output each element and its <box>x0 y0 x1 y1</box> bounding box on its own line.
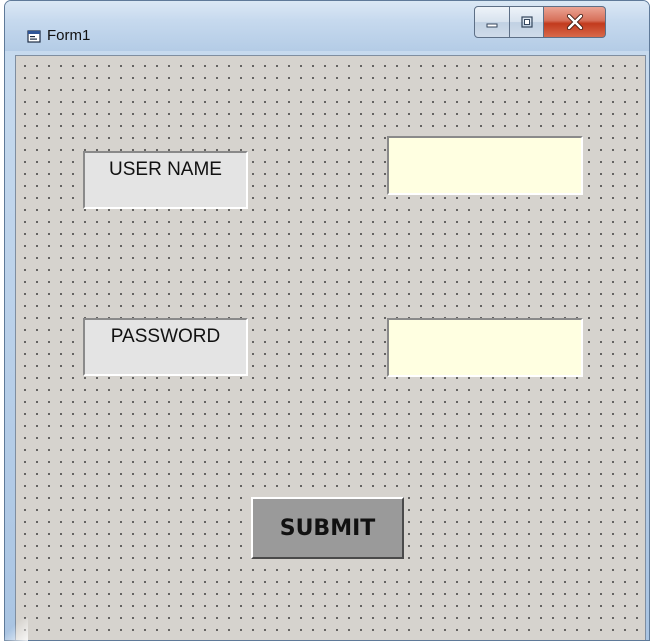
maximize-icon <box>520 16 533 28</box>
minimize-icon <box>486 23 498 28</box>
window-title: Form1 <box>47 27 91 44</box>
username-label-text: USER NAME <box>109 159 222 180</box>
form-icon <box>27 30 41 43</box>
window-controls <box>474 6 606 38</box>
username-input[interactable] <box>387 136 583 195</box>
close-icon <box>566 14 583 30</box>
password-label: PASSWORD <box>83 318 248 376</box>
password-label-text: PASSWORD <box>110 326 221 347</box>
password-input[interactable] <box>387 318 583 377</box>
maximize-button[interactable] <box>510 6 544 38</box>
username-label: USER NAME <box>83 151 248 209</box>
form1-window: Form1 USER NAME PASSWORD SUBMIT <box>4 0 650 641</box>
minimize-button[interactable] <box>474 6 510 38</box>
form-client-area: USER NAME PASSWORD SUBMIT <box>15 55 646 640</box>
close-button[interactable] <box>544 6 606 38</box>
title-bar[interactable]: Form1 <box>5 1 649 51</box>
submit-button[interactable]: SUBMIT <box>251 497 404 559</box>
